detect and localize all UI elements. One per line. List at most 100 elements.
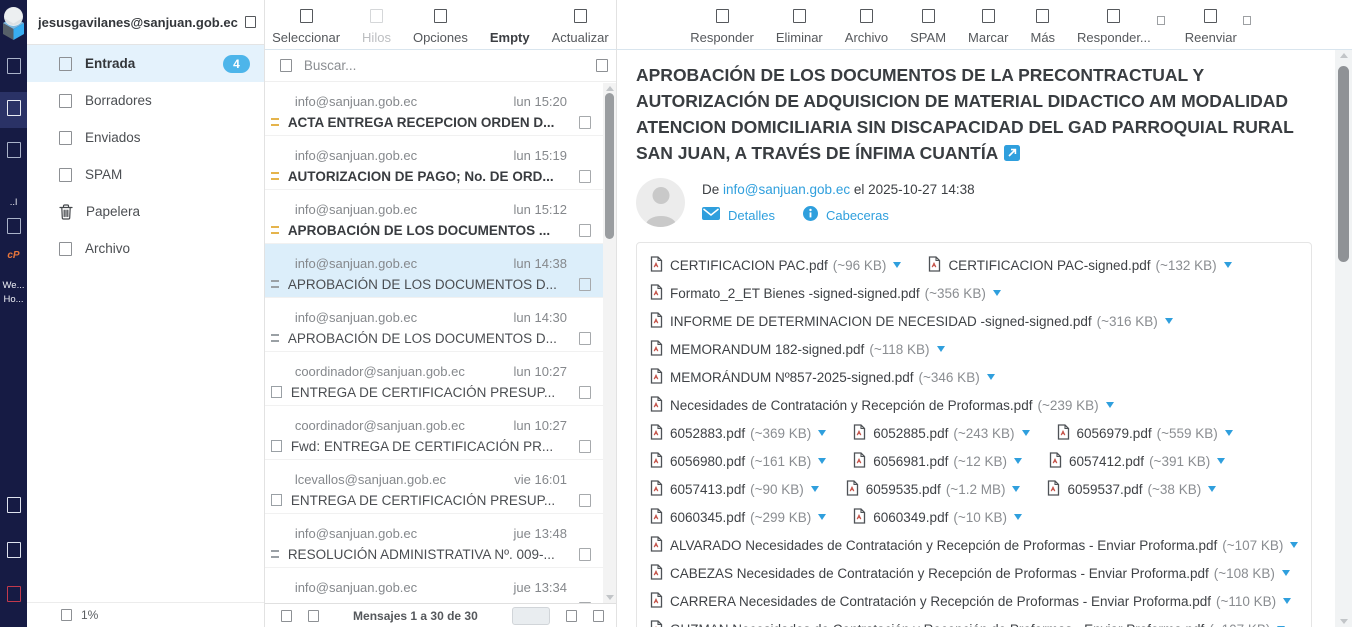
- list-opciones-button[interactable]: Opciones: [413, 9, 468, 45]
- attachment-item[interactable]: CABEZAS Necesidades de Contratación y Re…: [650, 564, 1290, 583]
- sidebar-item-spam[interactable]: SPAM: [27, 156, 264, 193]
- reader-scrollbar-thumb[interactable]: [1338, 66, 1349, 262]
- message-checkbox[interactable]: [579, 494, 591, 507]
- scroll-down-icon[interactable]: [606, 595, 614, 600]
- sidebar-item-papelera[interactable]: Papelera: [27, 193, 264, 230]
- rail-tab-icon-5[interactable]: [0, 542, 27, 563]
- attachment-item[interactable]: 6060349.pdf(~10 KB): [853, 508, 1022, 527]
- attachment-menu-caret-icon[interactable]: [1014, 458, 1022, 464]
- message-row[interactable]: lcevallos@sanjuan.gob.ecvie 16:01ENTREGA…: [265, 460, 603, 514]
- message-spam-button[interactable]: SPAM: [910, 9, 946, 45]
- attachment-item[interactable]: 6059537.pdf(~38 KB): [1047, 480, 1216, 499]
- attachment-menu-caret-icon[interactable]: [1165, 318, 1173, 324]
- attachment-item[interactable]: 6057412.pdf(~391 KB): [1049, 452, 1225, 471]
- footer-next-page-icon[interactable]: [566, 610, 577, 622]
- message-checkbox[interactable]: [579, 386, 591, 399]
- message-m-s-button[interactable]: Más: [1030, 9, 1055, 45]
- attachment-item[interactable]: 6052883.pdf(~369 KB): [650, 424, 826, 443]
- attachment-item[interactable]: Necesidades de Contratación y Recepción …: [650, 396, 1114, 415]
- scroll-down-icon[interactable]: [1340, 619, 1348, 624]
- attachment-menu-caret-icon[interactable]: [937, 346, 945, 352]
- account-toggle-icon[interactable]: [245, 16, 256, 28]
- details-link[interactable]: Detalles: [728, 208, 775, 223]
- attachment-item[interactable]: MEMORÁNDUM Nº857-2025-signed.pdf(~346 KB…: [650, 368, 995, 387]
- attachment-item[interactable]: 6056981.pdf(~12 KB): [853, 452, 1022, 471]
- attachment-menu-caret-icon[interactable]: [818, 514, 826, 520]
- attachment-item[interactable]: 6052885.pdf(~243 KB): [853, 424, 1029, 443]
- attachment-menu-caret-icon[interactable]: [1106, 402, 1114, 408]
- attachment-item[interactable]: Formato_2_ET Bienes -signed-signed.pdf(~…: [650, 284, 1001, 303]
- sidebar-item-entrada[interactable]: Entrada4: [27, 45, 264, 82]
- rail-cpanel-label[interactable]: cP: [0, 250, 27, 261]
- attachment-item[interactable]: GUZMAN Necesidades de Contratación y Rec…: [650, 620, 1285, 627]
- attachment-item[interactable]: MEMORANDUM 182-signed.pdf(~118 KB): [650, 340, 945, 359]
- message-row[interactable]: info@sanjuan.gob.eclun 15:19AUTORIZACION…: [265, 136, 603, 190]
- dropdown-caret-icon[interactable]: [1243, 16, 1251, 25]
- message-checkbox[interactable]: [579, 548, 591, 561]
- attachment-menu-caret-icon[interactable]: [1208, 486, 1216, 492]
- rail-label-ho[interactable]: Ho...: [0, 294, 27, 305]
- attachment-menu-caret-icon[interactable]: [1283, 598, 1291, 604]
- message-checkbox[interactable]: [579, 116, 591, 129]
- message-row[interactable]: coordinador@sanjuan.gob.eclun 10:27Fwd: …: [265, 406, 603, 460]
- rail-label-we[interactable]: We...: [0, 280, 27, 291]
- attachment-item[interactable]: CERTIFICACION PAC-signed.pdf(~132 KB): [928, 256, 1231, 275]
- app-logo[interactable]: [0, 2, 27, 47]
- attachment-menu-caret-icon[interactable]: [1224, 262, 1232, 268]
- list-scrollbar[interactable]: [603, 83, 616, 603]
- attachment-menu-caret-icon[interactable]: [1290, 542, 1298, 548]
- footer-prev-icon[interactable]: [281, 610, 292, 622]
- message-row[interactable]: info@sanjuan.gob.eclun 15:20ACTA ENTREGA…: [265, 82, 603, 136]
- message-row[interactable]: info@sanjuan.gob.eclun 14:30APROBACIÓN D…: [265, 298, 603, 352]
- sidebar-item-enviados[interactable]: Enviados: [27, 119, 264, 156]
- attachment-item[interactable]: 6060345.pdf(~299 KB): [650, 508, 826, 527]
- attachment-menu-caret-icon[interactable]: [1022, 430, 1030, 436]
- list-hilos-button[interactable]: Hilos: [362, 9, 391, 45]
- attachment-menu-caret-icon[interactable]: [1282, 570, 1290, 576]
- message-row[interactable]: info@sanjuan.gob.eclun 14:38APROBACIÓN D…: [265, 244, 603, 298]
- search-bar[interactable]: [265, 50, 616, 82]
- attachment-item[interactable]: 6057413.pdf(~90 KB): [650, 480, 819, 499]
- message-checkbox[interactable]: [579, 332, 591, 345]
- sender-email-link[interactable]: info@sanjuan.gob.ec: [723, 182, 850, 197]
- reader-scrollbar[interactable]: [1335, 50, 1352, 627]
- attachment-item[interactable]: CARRERA Necesidades de Contratación y Re…: [650, 592, 1291, 611]
- attachment-menu-caret-icon[interactable]: [993, 290, 1001, 296]
- attachment-menu-caret-icon[interactable]: [818, 430, 826, 436]
- rail-label-truncated[interactable]: ..l: [0, 197, 27, 208]
- message-marcar-button[interactable]: Marcar: [968, 9, 1008, 45]
- attachment-menu-caret-icon[interactable]: [1012, 486, 1020, 492]
- message-row[interactable]: info@sanjuan.gob.eclun 15:12APROBACIÓN D…: [265, 190, 603, 244]
- dropdown-caret-icon[interactable]: [1157, 16, 1165, 25]
- rail-tab-icon-active[interactable]: [0, 100, 27, 121]
- footer-next-icon[interactable]: [593, 610, 604, 622]
- attachment-menu-caret-icon[interactable]: [1014, 514, 1022, 520]
- headers-link[interactable]: Cabeceras: [826, 208, 889, 223]
- rail-tab-icon-2[interactable]: [0, 142, 27, 163]
- attachment-menu-caret-icon[interactable]: [818, 458, 826, 464]
- message-responder-button[interactable]: Responder: [690, 9, 754, 45]
- sidebar-item-archivo[interactable]: Archivo: [27, 230, 264, 267]
- attachment-item[interactable]: 6056979.pdf(~559 KB): [1057, 424, 1233, 443]
- account-header[interactable]: jesusgavilanes@sanjuan.gob.ec: [27, 0, 264, 45]
- message-checkbox[interactable]: [579, 224, 591, 237]
- search-icon[interactable]: [280, 59, 292, 72]
- attachment-menu-caret-icon[interactable]: [1225, 430, 1233, 436]
- attachment-item[interactable]: CERTIFICACION PAC.pdf(~96 KB): [650, 256, 901, 275]
- message-responder-button[interactable]: Responder...: [1077, 9, 1151, 45]
- rail-tab-icon-4[interactable]: [0, 497, 27, 518]
- message-checkbox[interactable]: [579, 440, 591, 453]
- list-actualizar-button[interactable]: Actualizar: [552, 9, 609, 45]
- rail-tab-icon-1[interactable]: [0, 58, 27, 79]
- list-empty-button[interactable]: Empty: [490, 9, 530, 45]
- rail-tab-icon-3[interactable]: [0, 218, 27, 239]
- attachment-item[interactable]: 6059535.pdf(~1.2 MB): [846, 480, 1021, 499]
- search-options-icon[interactable]: [596, 59, 608, 72]
- open-in-new-window-icon[interactable]: [1004, 142, 1020, 168]
- attachment-item[interactable]: ALVARADO Necesidades de Contratación y R…: [650, 536, 1298, 555]
- attachment-menu-caret-icon[interactable]: [893, 262, 901, 268]
- search-input[interactable]: [304, 58, 584, 73]
- message-checkbox[interactable]: [579, 278, 591, 291]
- list-seleccionar-button[interactable]: Seleccionar: [272, 9, 340, 45]
- message-eliminar-button[interactable]: Eliminar: [776, 9, 823, 45]
